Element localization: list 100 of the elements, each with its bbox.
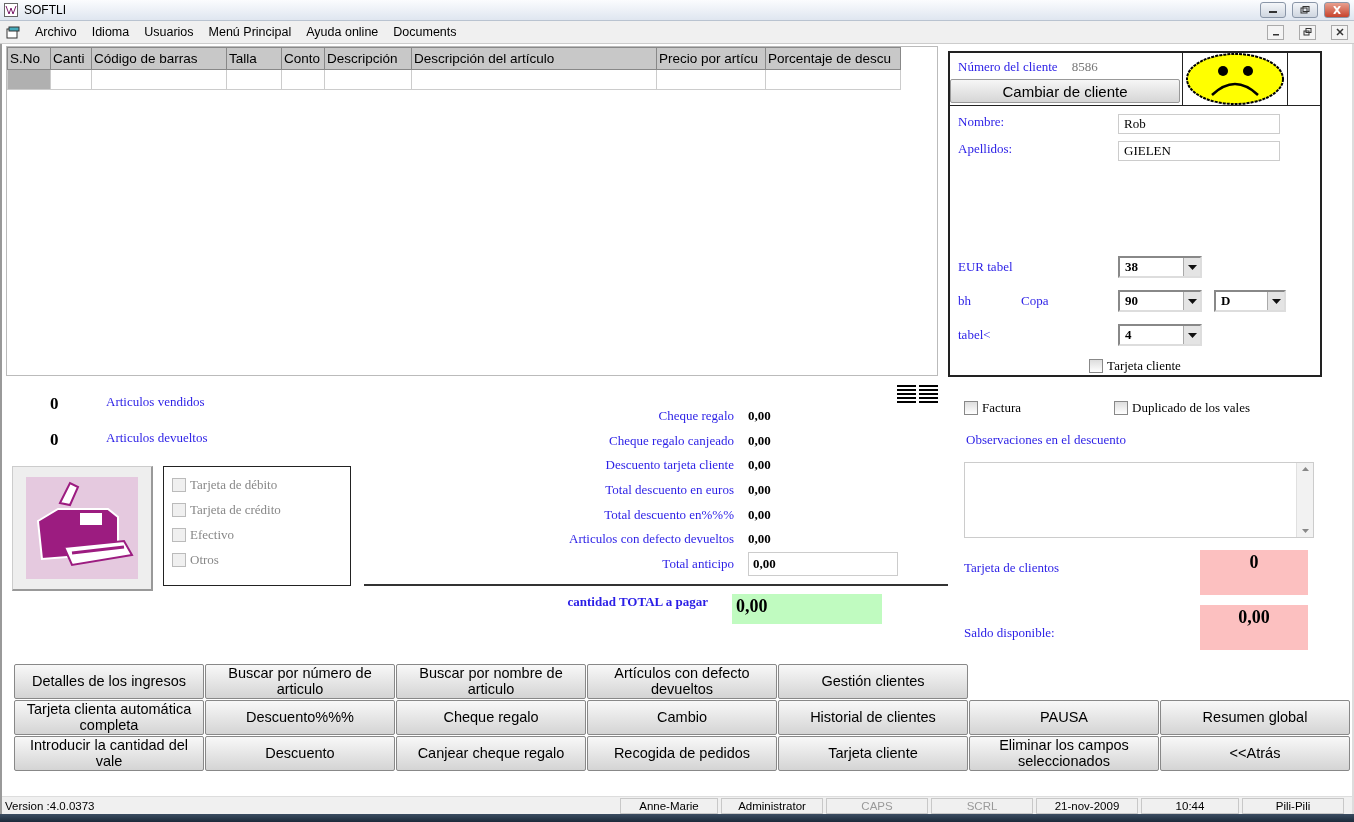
menu-item[interactable]: Archivo <box>35 25 77 39</box>
balance-label: Tarjeta de clientos <box>964 560 1060 577</box>
count-value: 0 <box>49 394 60 415</box>
change-customer-button[interactable]: Cambiar de cliente <box>950 79 1180 103</box>
status-pane: Administrator <box>721 797 823 814</box>
observations-label: Observaciones en el descuento <box>966 432 1126 447</box>
list-view-icon <box>896 384 940 406</box>
app-icon <box>4 3 18 17</box>
action-button[interactable]: Resumen global <box>1160 700 1350 735</box>
status-pane: SCRL <box>931 797 1033 814</box>
restore-icon <box>1300 6 1310 14</box>
window-title: SOFTLI <box>24 3 67 17</box>
checkbox[interactable]: Factura <box>964 400 1114 416</box>
field-label: Nombre: <box>958 114 1005 129</box>
observations-field[interactable] <box>964 462 1314 538</box>
size-dropdown[interactable]: D <box>1214 290 1286 312</box>
total-value: 0,00 <box>748 408 771 425</box>
restore-button[interactable] <box>1299 24 1316 40</box>
total-label: Total anticipo <box>662 555 734 571</box>
column-header[interactable]: Descripción <box>324 47 412 70</box>
field-label: EUR tabel <box>958 259 1013 275</box>
total-label: Cheque regalo <box>658 408 734 424</box>
column-header[interactable]: Conto <box>281 47 325 70</box>
advance-field[interactable]: 0,00 <box>748 551 898 576</box>
checkbox[interactable]: Tarjeta cliente <box>1089 358 1181 374</box>
action-button[interactable]: Historial de clientes <box>778 700 968 735</box>
customer-number: 8586 <box>1071 59 1098 75</box>
menu-item[interactable]: Menú Principal <box>208 25 292 39</box>
menu-item[interactable]: Usuarios <box>144 25 194 39</box>
count-label: Articulos vendidos <box>106 394 205 411</box>
column-header[interactable]: Precio por artícu <box>656 47 766 70</box>
column-header[interactable]: S.No <box>7 47 51 70</box>
restore-button[interactable] <box>1292 2 1318 18</box>
total-label: Descuento tarjeta cliente <box>605 457 734 473</box>
checkbox: Otros <box>172 552 342 568</box>
checkbox: Tarjeta de crédito <box>172 502 342 518</box>
surname-field[interactable]: GIELEN <box>1118 141 1280 161</box>
action-button[interactable]: Gestión clientes <box>778 664 968 699</box>
action-button[interactable]: Introducir la cantidad del vale <box>14 736 204 771</box>
total-value: 0,00 <box>748 457 771 474</box>
total-label: Articulos con defecto devueltos <box>569 531 734 547</box>
action-button[interactable]: Eliminar los campos seleccionados <box>969 736 1159 771</box>
total-value: 0,00 <box>748 531 771 548</box>
column-header[interactable]: Talla <box>226 47 282 70</box>
minimize-button[interactable] <box>1260 2 1286 18</box>
total-value: 0,00 <box>748 432 771 449</box>
action-button[interactable]: Artículos con defecto devueltos <box>587 664 777 699</box>
action-button[interactable]: Descuento <box>205 736 395 771</box>
column-header[interactable]: Código de barras <box>91 47 227 70</box>
balance-label: Saldo disponible: <box>964 625 1055 642</box>
close-icon <box>1332 6 1342 14</box>
size-dropdown[interactable]: 38 <box>1118 256 1202 278</box>
column-header[interactable]: Canti <box>50 47 92 70</box>
action-button[interactable]: Cheque regalo <box>396 700 586 735</box>
action-button[interactable]: Tarjeta cliente <box>778 736 968 771</box>
action-button[interactable]: Tarjeta clienta automática completa <box>14 700 204 735</box>
action-button[interactable]: Detalles de los ingresos <box>14 664 204 699</box>
customer-number-label: Número del cliente <box>958 59 1058 75</box>
scroll-down-icon <box>1301 529 1309 533</box>
menu-item[interactable]: Idioma <box>91 25 130 39</box>
total-due-value: 0,00 <box>732 594 882 625</box>
close-icon <box>1335 28 1344 36</box>
total-label: Total descuento en%%% <box>604 506 734 522</box>
menu-item[interactable]: Documents <box>393 25 457 39</box>
action-button[interactable]: PAUSA <box>969 700 1159 735</box>
scroll-up-icon <box>1301 467 1309 471</box>
status-pane: Anne-Marie <box>620 797 718 814</box>
count-label: Articulos devueltos <box>106 430 208 447</box>
action-button[interactable]: Cambio <box>587 700 777 735</box>
action-button[interactable]: Buscar por número de articulo <box>205 664 395 699</box>
action-button[interactable]: <<Atrás <box>1160 736 1350 771</box>
action-button[interactable]: Canjear cheque regalo <box>396 736 586 771</box>
total-due-label: cantidad TOTAL a pagar <box>567 594 708 610</box>
checkbox[interactable]: Duplicado de los vales <box>1114 400 1264 416</box>
minimize-button[interactable] <box>1267 24 1284 40</box>
caret-icon <box>1187 264 1197 270</box>
field-label: Copa <box>1021 293 1049 309</box>
column-header[interactable]: Descripción del artículo <box>411 47 657 70</box>
document-icon <box>6 25 20 39</box>
balance-value: 0,00 <box>1200 605 1308 650</box>
caret-icon <box>1271 298 1281 304</box>
restore-icon <box>1303 28 1312 36</box>
action-button[interactable]: Recogida de pedidos <box>587 736 777 771</box>
status-pane: 10:44 <box>1141 797 1239 814</box>
sad-face-icon <box>1185 53 1285 105</box>
status-pane: CAPS <box>826 797 928 814</box>
field-label: Apellidos: <box>958 141 1013 156</box>
field-label: tabel< <box>958 327 991 343</box>
menu-item[interactable]: Ayuda online <box>306 25 379 39</box>
caret-icon <box>1187 332 1197 338</box>
action-button[interactable]: Buscar por nombre de articulo <box>396 664 586 699</box>
size-dropdown[interactable]: 4 <box>1118 324 1202 346</box>
total-value: 0,00 <box>748 506 771 523</box>
name-field[interactable]: Rob <box>1118 114 1280 134</box>
field-label: bh <box>958 293 971 309</box>
close-button[interactable] <box>1331 24 1348 40</box>
action-button[interactable]: Descuento%%% <box>205 700 395 735</box>
status-pane: Pili-Pili <box>1242 797 1344 814</box>
column-header[interactable]: Porcentaje de descu <box>765 47 901 70</box>
size-dropdown[interactable]: 90 <box>1118 290 1202 312</box>
